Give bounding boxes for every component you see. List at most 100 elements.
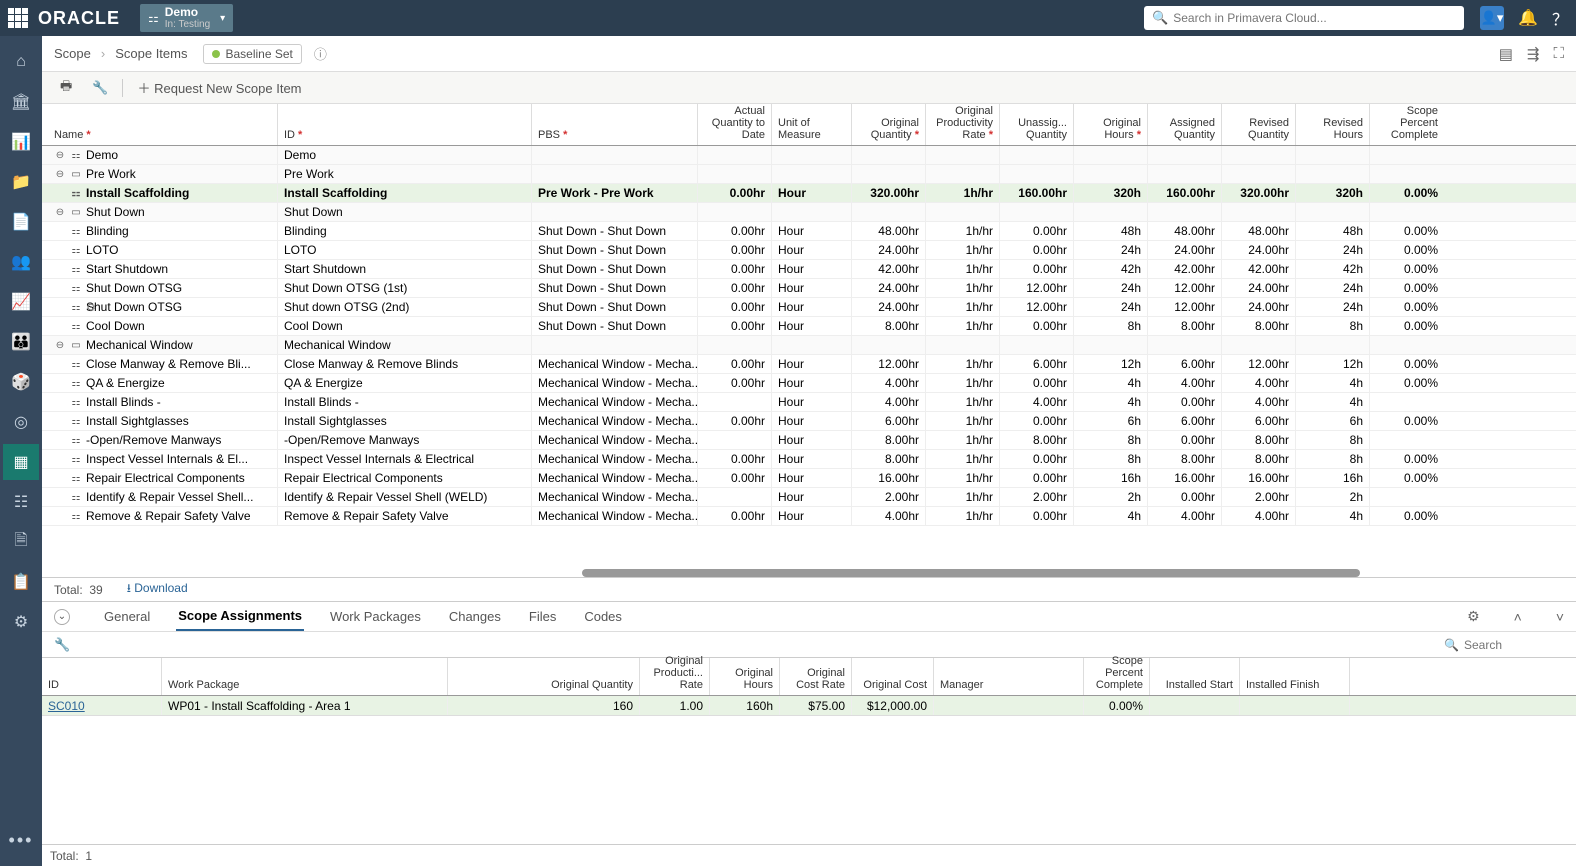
collapse-panel-icon[interactable]: ⌄ (54, 609, 70, 625)
expander-icon[interactable]: ⊖ (54, 340, 66, 351)
nav-risk[interactable]: 🎲 (3, 364, 39, 400)
assignment-id-link[interactable]: SC010 (48, 699, 85, 713)
nav-dashboard[interactable]: 📊 (3, 124, 39, 160)
breadcrumb-scope[interactable]: Scope (54, 46, 91, 61)
environment-selector[interactable]: ⚏ Demo In: Testing ▾ (140, 4, 233, 32)
nav-portfolio[interactable]: 🏛 (3, 84, 39, 120)
horizontal-scrollbar[interactable] (42, 569, 1576, 577)
dcol-work-package[interactable]: Work Package (162, 658, 448, 695)
nav-schedule[interactable]: 🗎 (3, 524, 39, 560)
tab-changes[interactable]: Changes (447, 603, 503, 630)
col-id[interactable]: ID (278, 104, 532, 145)
table-row[interactable]: ⚏Inspect Vessel Internals & El...Inspect… (42, 450, 1576, 469)
table-row[interactable]: ⚏Start ShutdownStart ShutdownShut Down -… (42, 260, 1576, 279)
expander-icon[interactable]: ⊖ (54, 150, 66, 161)
col-uom[interactable]: Unit of Measure (772, 104, 852, 145)
col-assigned-qty[interactable]: Assigned Quantity (1148, 104, 1222, 145)
nav-more[interactable]: ••• (3, 822, 39, 858)
col-actual-qty[interactable]: Actual Quantity to Date (698, 104, 772, 145)
wrench-icon[interactable]: 🔧 (86, 78, 114, 98)
gear-icon[interactable]: ⚙ (86, 301, 96, 314)
info-icon[interactable]: ⓘ (314, 44, 327, 63)
table-row[interactable]: ⚏Remove & Repair Safety ValveRemove & Re… (42, 507, 1576, 526)
tab-codes[interactable]: Codes (582, 603, 624, 630)
dcol-scope-pct[interactable]: Scope Percent Complete (1084, 658, 1150, 695)
col-revised-hours[interactable]: Revised Hours (1296, 104, 1370, 145)
dcol-orig-hours[interactable]: Original Hours (710, 658, 780, 695)
nav-scope[interactable]: ▦ (3, 444, 39, 480)
nav-clipboard[interactable]: 📋 (3, 564, 39, 600)
nav-settings[interactable]: ⚙ (3, 604, 39, 640)
table-row[interactable]: ⚏Install Blinds -Install Blinds -Mechani… (42, 393, 1576, 412)
col-orig-qty[interactable]: Original Quantity (852, 104, 926, 145)
col-revised-qty[interactable]: Revised Quantity (1222, 104, 1296, 145)
panel-up-icon[interactable]: ˄ (1514, 609, 1522, 625)
table-row[interactable]: ⚏-Open/Remove Manways-Open/Remove Manway… (42, 431, 1576, 450)
table-row[interactable]: ⚏Identify & Repair Vessel Shell...Identi… (42, 488, 1576, 507)
layout-icon[interactable]: ▤ (1499, 45, 1513, 63)
table-row[interactable]: ⚏QA & EnergizeQA & EnergizeMechanical Wi… (42, 374, 1576, 393)
dcol-installed-finish[interactable]: Installed Finish (1240, 658, 1350, 695)
col-scope-pct[interactable]: Scope Percent Complete (1370, 104, 1444, 145)
table-row[interactable]: ⚏Close Manway & Remove Bli...Close Manwa… (42, 355, 1576, 374)
table-row[interactable]: ⊖⚏DemoDemo (42, 146, 1576, 165)
help-icon[interactable]: ？ (1552, 6, 1568, 30)
table-row[interactable]: ⚏LOTOLOTOShut Down - Shut Down0.00hrHour… (42, 241, 1576, 260)
col-orig-prod-rate[interactable]: Original Productivity Rate (926, 104, 1000, 145)
detail-search-input[interactable] (1464, 638, 1564, 652)
dcol-orig-qty[interactable]: Original Quantity (448, 658, 640, 695)
nav-files[interactable]: 📁 (3, 164, 39, 200)
table-row[interactable]: ⚙⚏Shut Down OTSGShut down OTSG (2nd)Shut… (42, 298, 1576, 317)
share-icon[interactable]: ⇶ (1527, 45, 1540, 63)
tab-files[interactable]: Files (527, 603, 558, 630)
table-row[interactable]: ⊖▭Mechanical WindowMechanical Window (42, 336, 1576, 355)
dcol-installed-start[interactable]: Installed Start (1150, 658, 1240, 695)
table-row[interactable]: ⚏Install SightglassesInstall Sightglasse… (42, 412, 1576, 431)
col-orig-hours[interactable]: Original Hours (1074, 104, 1148, 145)
nav-reports[interactable]: 📈 (3, 284, 39, 320)
dcol-manager[interactable]: Manager (934, 658, 1084, 695)
table-row[interactable]: ⚏Install ScaffoldingInstall ScaffoldingP… (42, 184, 1576, 203)
nav-tasks[interactable]: ☷ (3, 484, 39, 520)
fullscreen-icon[interactable]: ⛶ (1553, 45, 1564, 63)
detail-settings-icon[interactable]: ⚙ (1467, 608, 1480, 625)
expander-icon[interactable]: ⊖ (54, 169, 66, 180)
breadcrumb-scope-items[interactable]: Scope Items (115, 46, 187, 61)
col-name[interactable]: Name (42, 104, 278, 145)
expander-icon[interactable]: ⊖ (54, 207, 66, 218)
baseline-set-button[interactable]: Baseline Set (203, 44, 301, 64)
table-row[interactable]: ⚏Cool DownCool DownShut Down - Shut Down… (42, 317, 1576, 336)
table-row[interactable]: ⚏Repair Electrical ComponentsRepair Elec… (42, 469, 1576, 488)
panel-down-icon[interactable]: ˅ (1556, 609, 1564, 625)
print-icon[interactable]: 🖶 (54, 75, 78, 101)
dcol-orig-cost-rate[interactable]: Original Cost Rate (780, 658, 852, 695)
nav-resources[interactable]: 👪 (3, 324, 39, 360)
tab-work-packages[interactable]: Work Packages (328, 603, 423, 630)
search-input[interactable] (1173, 11, 1456, 25)
table-row[interactable]: ⚏Shut Down OTSGShut Down OTSG (1st)Shut … (42, 279, 1576, 298)
nav-documents[interactable]: 📄 (3, 204, 39, 240)
app-switcher-icon[interactable] (8, 8, 28, 28)
download-button[interactable]: ⭳ Download (127, 579, 188, 600)
tab-scope-assignments[interactable]: Scope Assignments (176, 602, 304, 632)
bell-icon[interactable]: 🔔 (1518, 8, 1538, 28)
col-pbs[interactable]: PBS (532, 104, 698, 145)
col-unassigned-qty[interactable]: Unassig... Quantity (1000, 104, 1074, 145)
grid-body[interactable]: ⊖⚏DemoDemo⊖▭Pre WorkPre Work⚏Install Sca… (42, 146, 1576, 577)
dcol-orig-prod-rate[interactable]: Original Producti... Rate (640, 658, 710, 695)
table-row[interactable]: ⊖▭Shut DownShut Down (42, 203, 1576, 222)
detail-wrench-icon[interactable]: 🔧 (54, 637, 70, 653)
user-menu[interactable]: 👤▾ (1480, 6, 1504, 30)
nav-target[interactable]: ◎ (3, 404, 39, 440)
add-scope-item-button[interactable]: ＋ Request New Scope Item (131, 76, 307, 99)
nav-contacts[interactable]: 👥 (3, 244, 39, 280)
global-search[interactable]: 🔍 (1144, 6, 1464, 30)
assignment-row[interactable]: SC010 WP01 - Install Scaffolding - Area … (42, 696, 1576, 716)
detail-search[interactable]: 🔍 (1444, 638, 1564, 652)
table-row[interactable]: ⊖▭Pre WorkPre Work (42, 165, 1576, 184)
dcol-orig-cost[interactable]: Original Cost (852, 658, 934, 695)
dcol-id[interactable]: ID (42, 658, 162, 695)
table-row[interactable]: ⚏BlindingBlindingShut Down - Shut Down0.… (42, 222, 1576, 241)
tab-general[interactable]: General (102, 603, 152, 630)
nav-home[interactable]: ⌂ (3, 44, 39, 80)
